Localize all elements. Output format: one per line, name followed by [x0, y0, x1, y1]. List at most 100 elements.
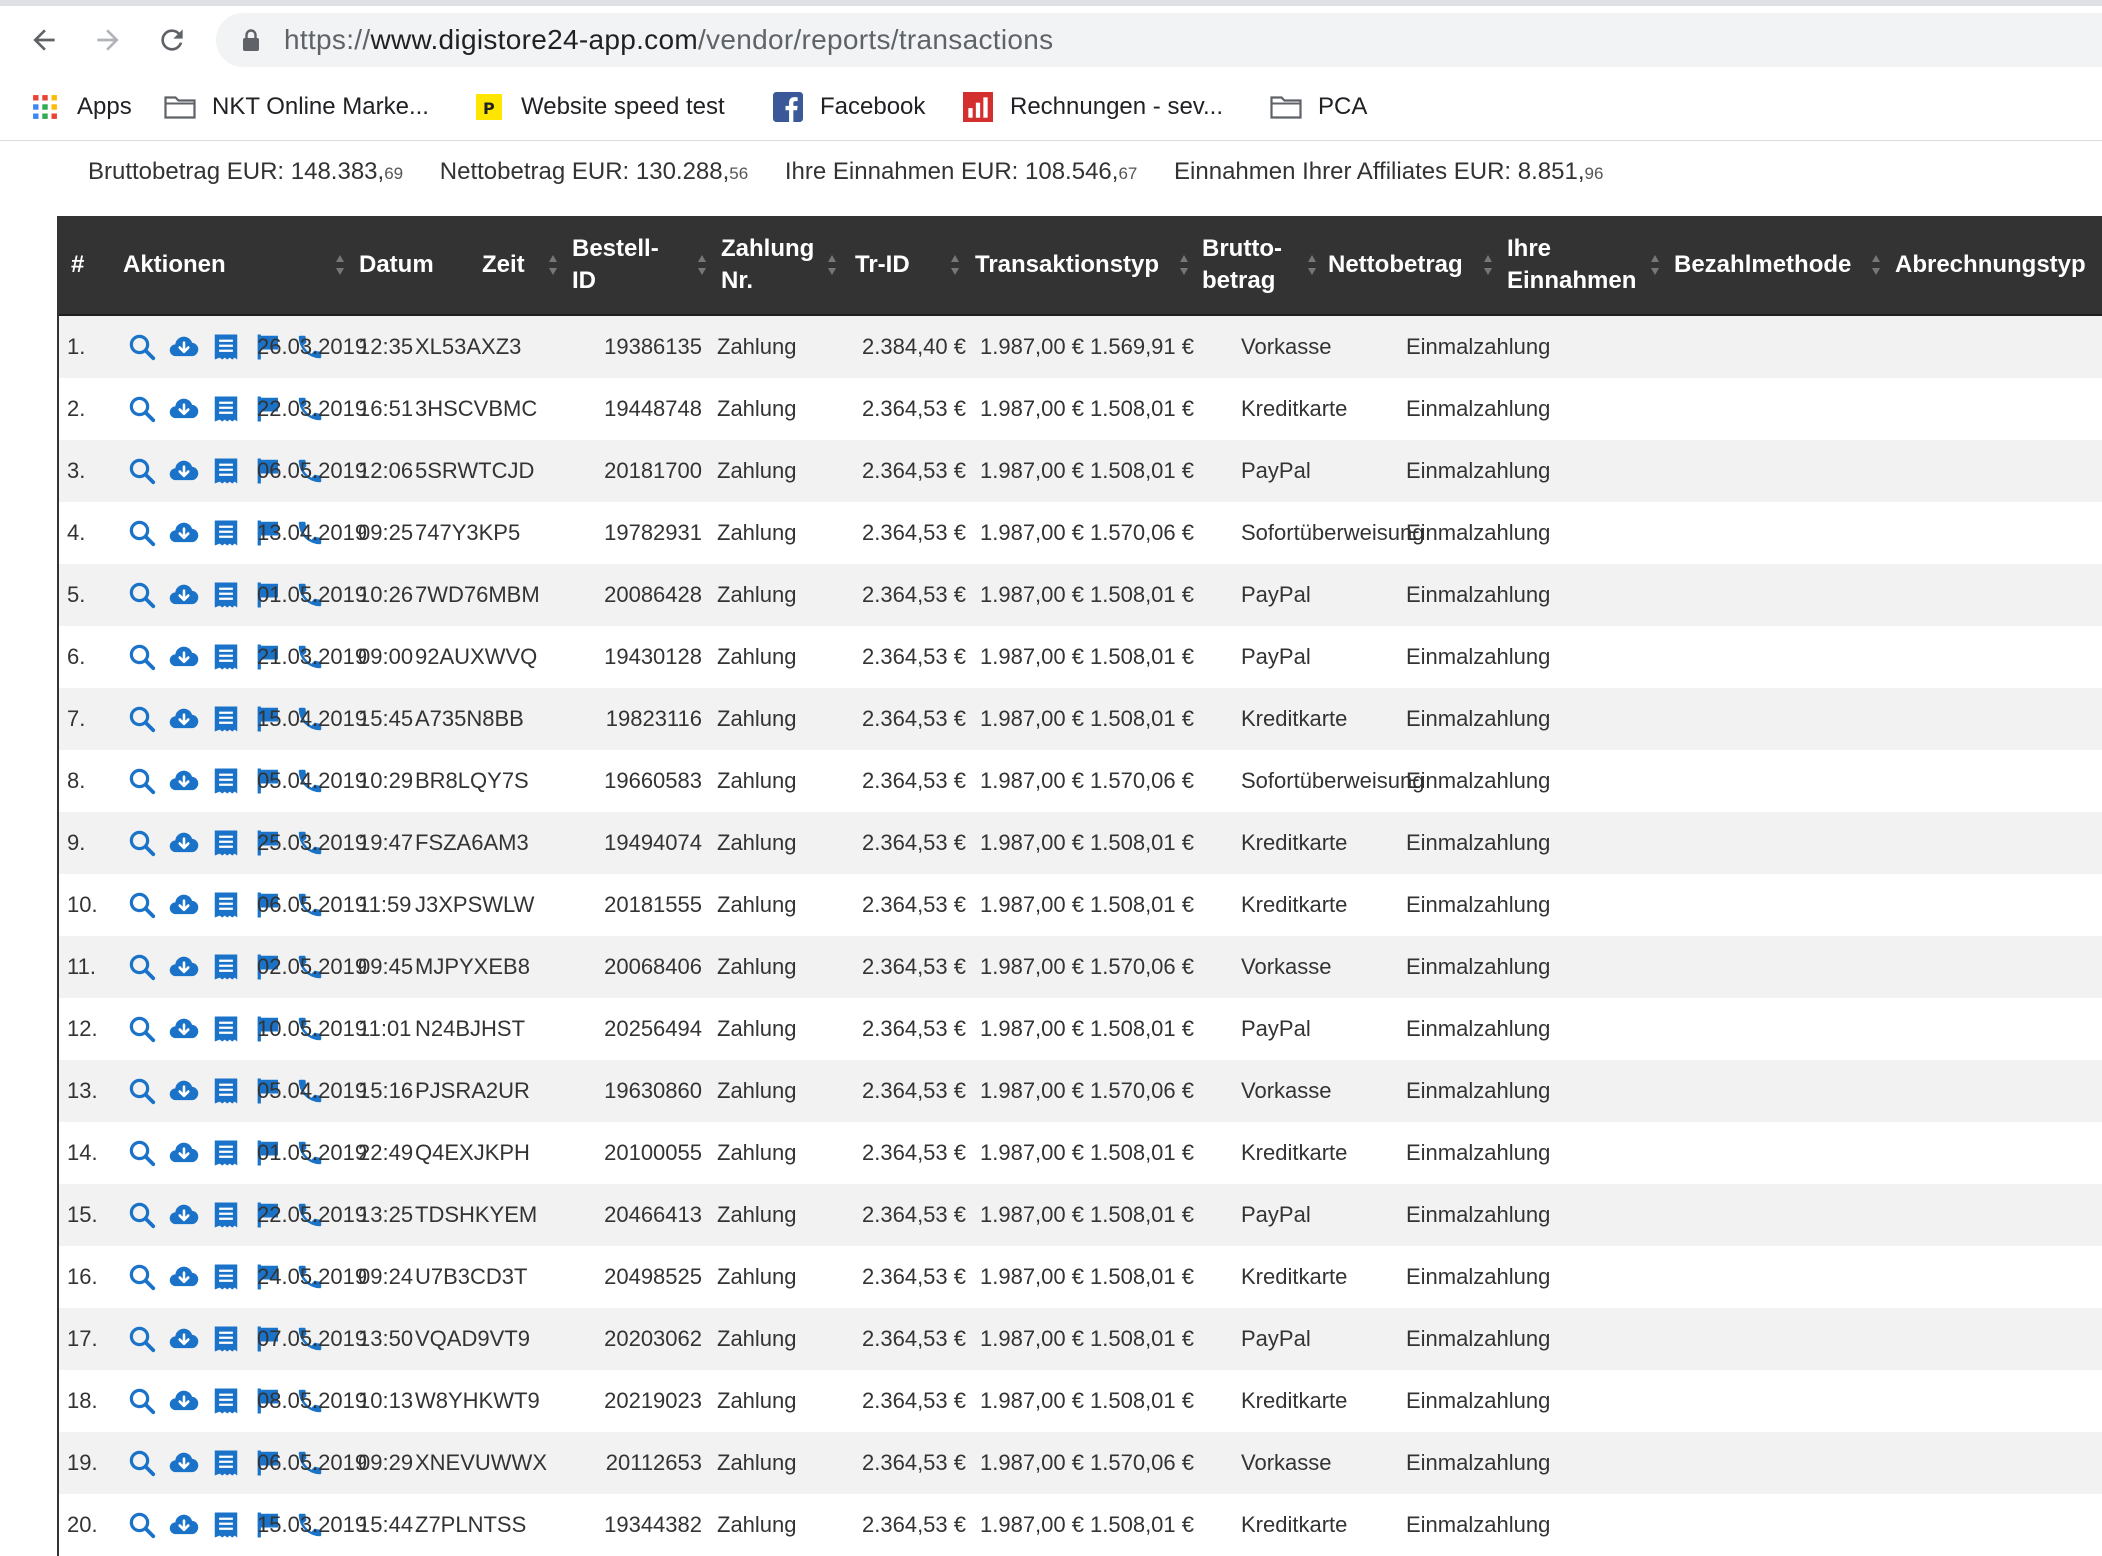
search-icon[interactable] — [121, 330, 163, 364]
download-cloud-icon[interactable] — [163, 640, 205, 674]
cell-bestell-id[interactable]: Q4EXJKPH — [415, 1122, 530, 1184]
search-icon[interactable] — [121, 516, 163, 550]
search-icon[interactable] — [121, 1260, 163, 1294]
cell-bestell-id[interactable]: Z7PLNTSS — [415, 1494, 526, 1556]
invoice-icon[interactable] — [205, 888, 247, 922]
sort-datum-icon[interactable] — [335, 254, 345, 276]
invoice-icon[interactable] — [205, 1384, 247, 1418]
download-cloud-icon[interactable] — [163, 1260, 205, 1294]
invoice-icon[interactable] — [205, 702, 247, 736]
col-header-nettobetrag[interactable]: Nettobetrag — [1328, 216, 1463, 314]
cell-bestell-id[interactable]: 3HSCVBMC — [415, 378, 537, 440]
invoice-icon[interactable] — [205, 1260, 247, 1294]
search-icon[interactable] — [121, 1508, 163, 1542]
invoice-icon[interactable] — [205, 454, 247, 488]
cell-bestell-id[interactable]: N24BJHST — [415, 998, 525, 1060]
sort-bruttobetrag-icon[interactable] — [1179, 254, 1189, 276]
download-cloud-icon[interactable] — [163, 454, 205, 488]
search-icon[interactable] — [121, 950, 163, 984]
download-cloud-icon[interactable] — [163, 330, 205, 364]
invoice-icon[interactable] — [205, 1074, 247, 1108]
cell-bestell-id[interactable]: 747Y3KP5 — [415, 502, 520, 564]
sort-zahlung-nr-icon[interactable] — [697, 254, 707, 276]
invoice-icon[interactable] — [205, 1012, 247, 1046]
cell-bestell-id[interactable]: A735N8BB — [415, 688, 524, 750]
invoice-icon[interactable] — [205, 764, 247, 798]
invoice-icon[interactable] — [205, 1446, 247, 1480]
col-header-bestell-id[interactable]: Bestell- ID — [572, 216, 659, 314]
cell-bestell-id[interactable]: 5SRWTCJD — [415, 440, 534, 502]
search-icon[interactable] — [121, 1012, 163, 1046]
invoice-icon[interactable] — [205, 516, 247, 550]
download-cloud-icon[interactable] — [163, 888, 205, 922]
download-cloud-icon[interactable] — [163, 1446, 205, 1480]
col-header-abrechnungstyp[interactable]: Abrechnungstyp — [1895, 216, 2086, 314]
bookmark-facebook[interactable]: Facebook — [772, 84, 925, 130]
sort-nettobetrag-icon[interactable] — [1307, 254, 1317, 276]
download-cloud-icon[interactable] — [163, 516, 205, 550]
cell-bestell-id[interactable]: PJSRA2UR — [415, 1060, 530, 1122]
search-icon[interactable] — [121, 1198, 163, 1232]
bookmark-apps[interactable]: Apps — [29, 84, 132, 130]
search-icon[interactable] — [121, 640, 163, 674]
bookmark-website-speed-test[interactable]: P Website speed test — [473, 84, 725, 130]
search-icon[interactable] — [121, 1384, 163, 1418]
cell-bestell-id[interactable]: 7WD76MBM — [415, 564, 540, 626]
cell-bestell-id[interactable]: 92AUXWVQ — [415, 626, 537, 688]
invoice-icon[interactable] — [205, 640, 247, 674]
invoice-icon[interactable] — [205, 1198, 247, 1232]
sort-einnahmen-icon[interactable] — [1483, 254, 1493, 276]
download-cloud-icon[interactable] — [163, 1074, 205, 1108]
search-icon[interactable] — [121, 826, 163, 860]
search-icon[interactable] — [121, 392, 163, 426]
invoice-icon[interactable] — [205, 1322, 247, 1356]
download-cloud-icon[interactable] — [163, 1012, 205, 1046]
search-icon[interactable] — [121, 764, 163, 798]
cell-bestell-id[interactable]: FSZA6AM3 — [415, 812, 529, 874]
forward-button[interactable] — [87, 19, 129, 61]
search-icon[interactable] — [121, 702, 163, 736]
invoice-icon[interactable] — [205, 950, 247, 984]
cell-bestell-id[interactable]: U7B3CD3T — [415, 1246, 527, 1308]
col-header-zeit[interactable]: Zeit — [482, 216, 525, 314]
invoice-icon[interactable] — [205, 826, 247, 860]
bookmark-nkt-online-marketing[interactable]: NKT Online Marke... — [164, 84, 429, 130]
cell-bestell-id[interactable]: XNEVUWWX — [415, 1432, 547, 1494]
sort-trid-icon[interactable] — [827, 254, 837, 276]
reload-button[interactable] — [151, 19, 193, 61]
col-header-einnahmen[interactable]: Ihre Einnahmen — [1507, 216, 1636, 314]
cell-bestell-id[interactable]: BR8LQY7S — [415, 750, 529, 812]
cell-bestell-id[interactable]: W8YHKWT9 — [415, 1370, 540, 1432]
search-icon[interactable] — [121, 888, 163, 922]
invoice-icon[interactable] — [205, 578, 247, 612]
bookmark-pca[interactable]: PCA — [1270, 84, 1367, 130]
sort-bezahlmethode-icon[interactable] — [1650, 254, 1660, 276]
col-header-trid[interactable]: Tr-ID — [855, 216, 910, 314]
col-header-datum[interactable]: Datum — [359, 216, 434, 314]
back-button[interactable] — [23, 19, 65, 61]
cell-bestell-id[interactable]: J3XPSWLW — [415, 874, 534, 936]
search-icon[interactable] — [121, 1136, 163, 1170]
col-header-bruttobetrag[interactable]: Brutto-betrag — [1202, 216, 1282, 314]
download-cloud-icon[interactable] — [163, 1198, 205, 1232]
download-cloud-icon[interactable] — [163, 764, 205, 798]
invoice-icon[interactable] — [205, 1136, 247, 1170]
download-cloud-icon[interactable] — [163, 950, 205, 984]
search-icon[interactable] — [121, 454, 163, 488]
download-cloud-icon[interactable] — [163, 702, 205, 736]
download-cloud-icon[interactable] — [163, 578, 205, 612]
download-cloud-icon[interactable] — [163, 1384, 205, 1418]
download-cloud-icon[interactable] — [163, 392, 205, 426]
download-cloud-icon[interactable] — [163, 826, 205, 860]
bookmark-rechnungen[interactable]: Rechnungen - sev... — [962, 84, 1223, 130]
col-header-zahlung-nr[interactable]: Zahlung Nr. — [721, 216, 814, 314]
col-header-bezahlmethode[interactable]: Bezahlmethode — [1674, 216, 1851, 314]
download-cloud-icon[interactable] — [163, 1322, 205, 1356]
invoice-icon[interactable] — [205, 1508, 247, 1542]
sort-transaktionstyp-icon[interactable] — [950, 254, 960, 276]
search-icon[interactable] — [121, 1322, 163, 1356]
download-cloud-icon[interactable] — [163, 1136, 205, 1170]
sort-abrechnungstyp-icon[interactable] — [1871, 254, 1881, 276]
cell-bestell-id[interactable]: MJPYXEB8 — [415, 936, 530, 998]
cell-bestell-id[interactable]: XL53AXZ3 — [415, 316, 521, 378]
